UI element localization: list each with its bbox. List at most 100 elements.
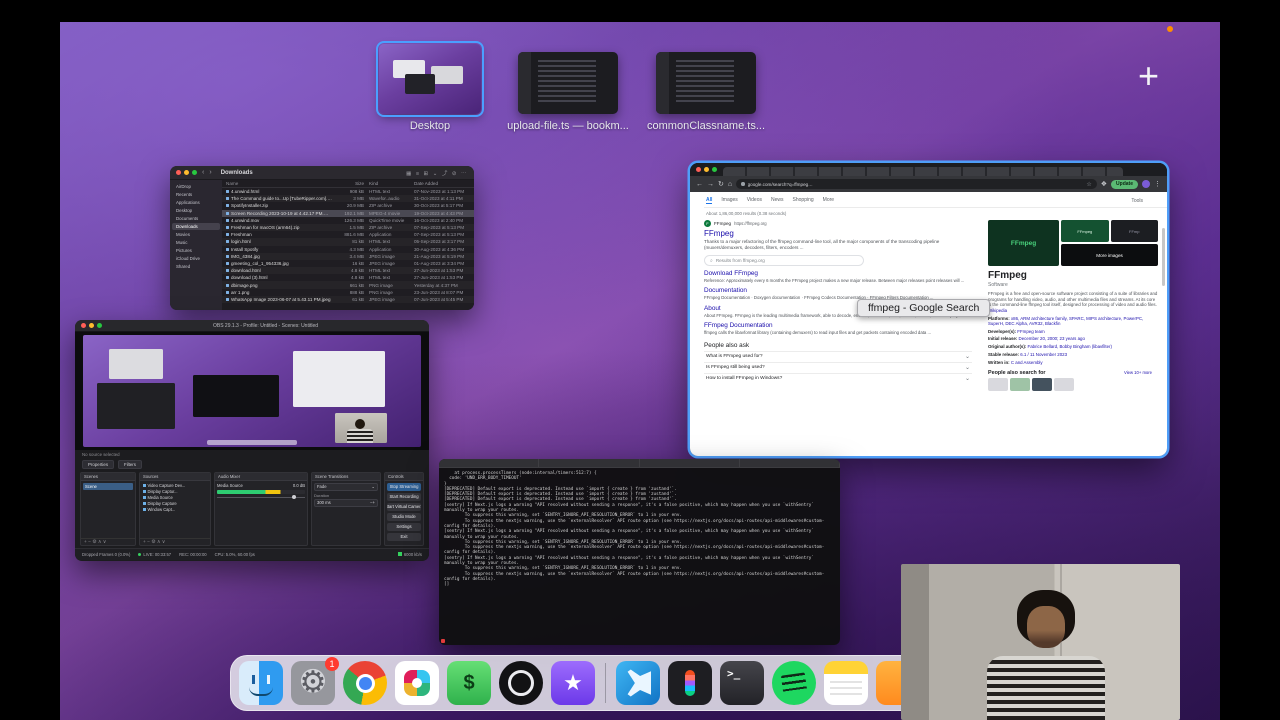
- file-row[interactable]: download.html 4.8 kB HTML text 27-Jun-20…: [222, 267, 474, 274]
- column-header[interactable]: Name: [226, 181, 332, 186]
- sidebar-item[interactable]: Shared: [172, 263, 220, 270]
- obs-window[interactable]: OBS 29.1.3 - Profile: Untitled - Scenes:…: [75, 320, 429, 561]
- terminal-window[interactable]: at process.processTimers (node:internal/…: [439, 459, 840, 645]
- chevron-down-icon[interactable]: ⌄: [965, 364, 970, 371]
- related-thumbnails[interactable]: [988, 377, 1158, 391]
- file-row[interactable]: WhatsApp Image 2023-06-07 at 5.43.11 PM.…: [222, 296, 474, 303]
- finder-window[interactable]: ‹ › Downloads ▦ ≡ ⊞ ⌄ ⤴ ⊘ ⋯ AirDrop Recen…: [170, 166, 474, 310]
- obs-preview[interactable]: [75, 332, 429, 450]
- home-icon[interactable]: ⌂: [728, 181, 732, 188]
- space-preview[interactable]: [376, 41, 484, 117]
- dock-item[interactable]: [499, 661, 543, 705]
- source-item[interactable]: Window Capt...: [142, 507, 208, 513]
- kp-fact-value[interactable]: C and Assembly: [1011, 360, 1043, 365]
- obs-control-button[interactable]: Stop Streaming: [387, 482, 421, 491]
- terminal-tab-bar[interactable]: [439, 459, 840, 468]
- sidebar-item[interactable]: Applications: [172, 199, 220, 206]
- kp-image-tile[interactable]: FFmpeg: [988, 220, 1060, 266]
- kp-fact-value[interactable]: Fabrice Bellard, Bobby Bingham (libavfil…: [1028, 344, 1112, 349]
- file-row[interactable]: arr 1.png 888 kB PNG image 23-Jun-2023 a…: [222, 289, 474, 296]
- file-row[interactable]: login.html 81 kB HTML text 05-Sep-2023 a…: [222, 238, 474, 245]
- window-controls[interactable]: [81, 323, 102, 328]
- google-nav-tab[interactable]: Shopping: [793, 197, 814, 204]
- slider-knob[interactable]: [292, 495, 297, 499]
- sidebar-item[interactable]: AirDrop: [172, 183, 220, 190]
- view-more-link[interactable]: View 10+ more: [1124, 370, 1152, 375]
- dock-item[interactable]: [551, 661, 595, 705]
- extensions-icon[interactable]: ❖: [1101, 180, 1107, 188]
- terminal-tab[interactable]: [439, 459, 540, 467]
- space-preview[interactable]: [656, 52, 756, 114]
- kp-fact-value[interactable]: December 20, 2000; 23 years ago: [1019, 336, 1085, 341]
- dock-item[interactable]: [720, 661, 764, 705]
- google-nav-tab[interactable]: Videos: [747, 197, 762, 204]
- sidebar-item[interactable]: Downloads: [172, 223, 220, 230]
- transition-select[interactable]: Fade ⌄: [314, 482, 378, 491]
- bookmark-star-icon[interactable]: ☆: [1086, 181, 1091, 188]
- obs-control-button[interactable]: Exit: [387, 532, 421, 541]
- space-thumbnail[interactable]: commonClassname.ts...: [647, 40, 765, 132]
- kp-image-tile[interactable]: FFmp: [1110, 220, 1158, 242]
- forward-icon[interactable]: →: [707, 181, 714, 188]
- file-row[interactable]: The Command guide to...Up [TubeRipper.co…: [222, 195, 474, 202]
- chrome-tab-strip[interactable]: [690, 163, 1167, 176]
- dock-item[interactable]: [343, 661, 387, 705]
- people-also-ask-item[interactable]: Is FFmpeg still being used? ⌄: [704, 361, 972, 373]
- sidebar-item[interactable]: Recents: [172, 191, 220, 198]
- duration-stepper[interactable]: 300 ms −+: [314, 498, 378, 507]
- dock-item[interactable]: [447, 661, 491, 705]
- window-controls[interactable]: [696, 167, 717, 172]
- source-action-button[interactable]: Filters: [118, 460, 142, 469]
- profile-avatar[interactable]: [1142, 180, 1150, 188]
- terminal-tab[interactable]: [539, 459, 640, 467]
- file-row[interactable]: Install Spotify 4.3 MB Application 30-Au…: [222, 246, 474, 253]
- google-nav-tab[interactable]: News: [771, 197, 784, 204]
- dock-item[interactable]: [668, 661, 712, 705]
- back-icon[interactable]: ←: [696, 181, 703, 188]
- file-row[interactable]: download (3).html 4.8 kB HTML text 27-Ju…: [222, 274, 474, 281]
- dock-item[interactable]: 1: [291, 657, 339, 705]
- update-button[interactable]: Update: [1111, 179, 1138, 189]
- dock-item[interactable]: [395, 661, 439, 705]
- more-images-button[interactable]: More images: [1061, 244, 1158, 266]
- dock-item[interactable]: [239, 661, 283, 705]
- reload-icon[interactable]: ↻: [718, 180, 724, 188]
- panel-toolbar[interactable]: + − ⚙ ∧ ∨: [140, 538, 210, 545]
- knowledge-panel-images[interactable]: FFmpeg FFmpeg FFmp More images: [988, 220, 1158, 266]
- obs-control-button[interactable]: Start Virtual Camera: [387, 502, 421, 511]
- file-row[interactable]: Freshman 881.6 MB Application 07-Sep-202…: [222, 231, 474, 238]
- add-space-button[interactable]: +: [1138, 58, 1159, 94]
- wikipedia-link[interactable]: Wikipedia: [988, 308, 1007, 313]
- chevron-down-icon[interactable]: ⌄: [965, 375, 970, 382]
- file-row[interactable]: SpotifyInstaller.zip 20.9 MB ZIP archive…: [222, 202, 474, 209]
- file-row[interactable]: Screen Recording 2023-10-19 at 4.42.17 P…: [222, 209, 474, 217]
- google-tools[interactable]: Tools: [1131, 198, 1143, 204]
- dock-item[interactable]: [772, 661, 816, 705]
- file-row[interactable]: 4.unwind.mov 126.3 MB QuickTime movie 16…: [222, 217, 474, 224]
- people-also-ask-item[interactable]: How to install FFmpeg in Windows? ⌄: [704, 372, 972, 384]
- sub-result-link[interactable]: Documentation: [704, 287, 972, 294]
- column-header[interactable]: Size: [332, 181, 364, 186]
- volume-slider[interactable]: [217, 495, 305, 499]
- column-header[interactable]: Kind: [364, 181, 410, 186]
- space-thumbnail[interactable]: Desktop: [376, 40, 484, 132]
- sidebar-item[interactable]: Desktop: [172, 207, 220, 214]
- dock-item[interactable]: [616, 661, 660, 705]
- scrollbar[interactable]: [1162, 228, 1165, 286]
- google-nav-tab[interactable]: All: [706, 197, 713, 204]
- finder-toolbar-icons[interactable]: ▦ ≡ ⊞ ⌄ ⤴ ⊘ ⋯: [406, 169, 468, 177]
- chevron-down-icon[interactable]: ⌄: [965, 353, 970, 360]
- kp-fact-value[interactable]: 6.1 / 11 November 2023: [1020, 352, 1067, 357]
- back-icon[interactable]: ‹: [202, 169, 204, 176]
- forward-icon[interactable]: ›: [209, 169, 211, 176]
- sub-result-link[interactable]: FFmpeg Documentation: [704, 322, 972, 329]
- kp-fact-value[interactable]: FFmpeg team: [1017, 329, 1044, 334]
- source-action-button[interactable]: Properties: [82, 460, 115, 469]
- google-nav-tab[interactable]: More: [823, 197, 834, 204]
- file-row[interactable]: IMG_4384.jpg 3.4 MB JPEG image 21-Aug-20…: [222, 253, 474, 260]
- space-preview[interactable]: [518, 52, 618, 114]
- scene-item[interactable]: Scene: [83, 482, 133, 490]
- sub-result-link[interactable]: Download FFmpeg: [704, 270, 972, 277]
- obs-control-button[interactable]: Settings: [387, 522, 421, 531]
- dock-item[interactable]: [605, 663, 606, 703]
